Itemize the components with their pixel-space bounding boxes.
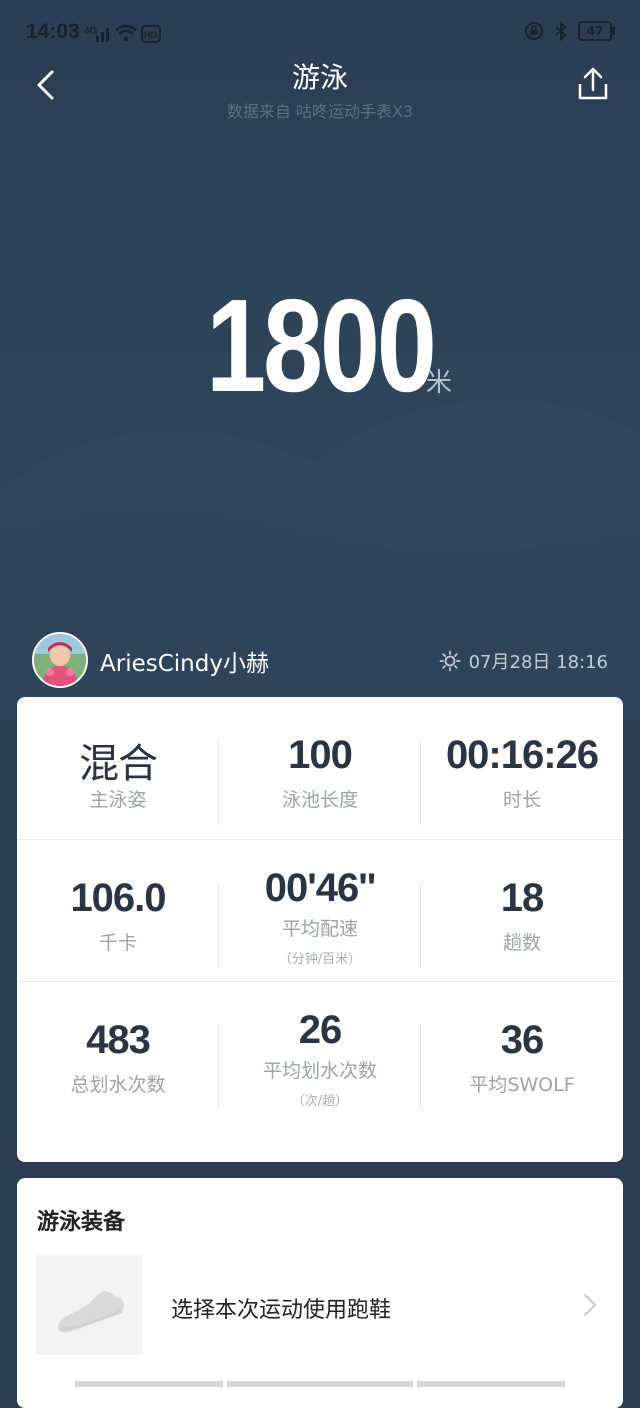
stat-duration: 00:16:26 时长	[421, 697, 623, 839]
stat-label: 平均划水次数	[262, 1060, 377, 1082]
avatar-image	[34, 634, 86, 686]
stats-row: 混合 主泳姿 100 泳池长度 00:16:26 时长	[17, 697, 623, 839]
stat-label: 主泳姿	[89, 789, 147, 811]
stat-value: 混合	[79, 741, 158, 787]
stat-label: 千卡	[98, 932, 137, 954]
user-row: AriesCindy小赫 07月28日 18:16	[0, 630, 640, 692]
stat-label: 平均SWOLF	[469, 1074, 575, 1096]
stats-row: 106.0 千卡 00'46'' 平均配速 （分钟/百米） 18 趟数	[17, 839, 623, 982]
stats-row: 483 总划水次数 26 平均划水次数 （次/趟） 36 平均SWOLF	[17, 981, 623, 1124]
indicator-segment	[417, 1381, 565, 1387]
stat-swolf: 36 平均SWOLF	[421, 982, 623, 1124]
avatar[interactable]	[32, 632, 88, 688]
stat-total-strokes: 483 总划水次数	[17, 982, 219, 1124]
stat-calories: 106.0 千卡	[17, 840, 219, 982]
data-source: 数据来自 咕咚运动手表X3	[226, 102, 414, 121]
stats-card: 混合 主泳姿 100 泳池长度 00:16:26 时长 106.0 千卡 00'…	[17, 697, 623, 1162]
stat-value: 106.0	[70, 876, 166, 920]
distance-unit: 米	[426, 368, 453, 398]
bottom-indicator	[75, 1381, 565, 1387]
stat-pace: 00'46'' 平均配速 （分钟/百米）	[219, 840, 421, 982]
stat-label: 总划水次数	[70, 1074, 166, 1096]
stat-laps: 18 趟数	[421, 840, 623, 982]
svg-text:4G: 4G	[84, 26, 98, 37]
lock-rotation-icon	[525, 22, 543, 40]
page-title: 游泳	[291, 61, 348, 94]
shoe-thumbnail[interactable]	[36, 1255, 142, 1355]
stat-avg-strokes: 26 平均划水次数 （次/趟）	[219, 982, 421, 1124]
distance-value: 1800	[206, 272, 437, 419]
stat-value: 00:16:26	[445, 733, 599, 777]
stat-value: 18	[500, 876, 545, 920]
chevron-right-icon[interactable]	[583, 1292, 597, 1318]
status-bar: 14:03 4G HD 47	[0, 0, 640, 64]
stat-value: 36	[500, 1018, 545, 1062]
status-right: 47	[524, 21, 615, 41]
stat-label: 时长	[502, 789, 541, 811]
stat-note: （次/趟）	[291, 1094, 349, 1109]
bluetooth-icon	[555, 21, 567, 41]
indicator-segment	[227, 1381, 413, 1387]
stat-value: 100	[288, 733, 353, 777]
signal-wifi-icon: 4G HD	[84, 22, 164, 49]
svg-text:HD: HD	[144, 30, 157, 40]
shoe-icon	[58, 1290, 124, 1333]
stat-pool-length: 100 泳池长度	[219, 697, 421, 839]
workout-datetime: 07月28日 18:16	[439, 648, 608, 674]
stat-note: （分钟/百米）	[278, 952, 362, 967]
battery-indicator: 47	[578, 21, 615, 41]
stat-value: 00'46''	[264, 866, 377, 910]
equipment-card: 游泳装备 选择本次运动使用跑鞋	[17, 1178, 623, 1408]
status-time: 14:03	[26, 20, 80, 43]
stat-value: 483	[86, 1018, 151, 1062]
datetime-text: 07月28日 18:16	[468, 652, 608, 673]
indicator-segment	[75, 1381, 223, 1387]
equipment-title: 游泳装备	[37, 1210, 126, 1235]
distance-display: 1800 米	[0, 270, 640, 421]
share-button[interactable]	[574, 66, 612, 106]
stat-value: 26	[298, 1008, 343, 1052]
share-icon	[578, 67, 608, 100]
sun-icon	[439, 650, 460, 672]
stat-stroke: 混合 主泳姿	[17, 697, 219, 839]
stat-label: 泳池长度	[281, 789, 358, 811]
select-shoe-link[interactable]: 选择本次运动使用跑鞋	[171, 1292, 391, 1324]
stat-label: 趟数	[502, 932, 541, 954]
username: AriesCindy小赫	[100, 651, 269, 677]
stat-label: 平均配速	[281, 918, 358, 940]
